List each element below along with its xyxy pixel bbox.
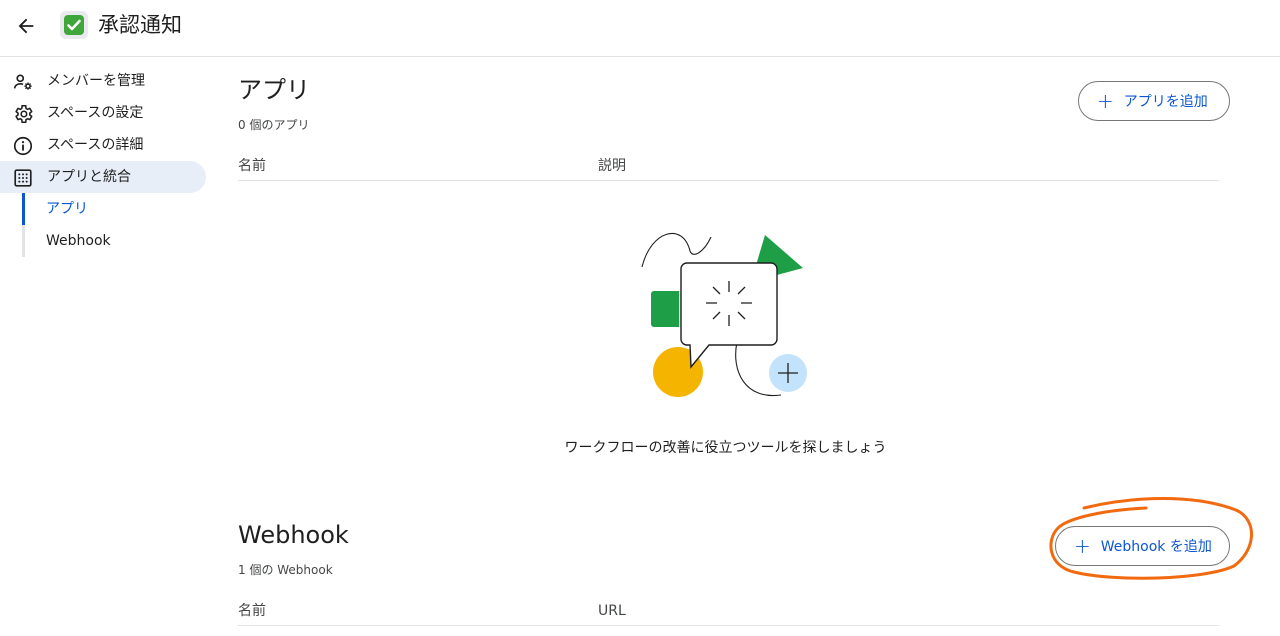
back-button[interactable] [10, 10, 42, 42]
add-app-button[interactable]: + アプリを追加 [1078, 81, 1230, 121]
add-webhook-button[interactable]: + Webhook を追加 [1055, 526, 1230, 566]
column-header-name: 名前 [238, 603, 266, 619]
space-title: 承認通知 [98, 13, 182, 37]
webhook-section-title: Webhook [238, 521, 349, 549]
add-app-label: アプリを追加 [1123, 94, 1208, 110]
empty-state-illustration [641, 233, 807, 397]
sidebar-item-label: アプリと統合 [47, 169, 131, 185]
plus-icon: + [1074, 534, 1091, 558]
plus-icon: + [1097, 89, 1114, 113]
sidebar: メンバーを管理 スペースの設定 スペースの詳細 アプリと統合 アプリ Webho… [0, 57, 220, 636]
sidebar-item-label: スペースの詳細 [47, 137, 144, 153]
space-emoji-icon [60, 11, 88, 39]
add-webhook-label: Webhook を追加 [1100, 539, 1212, 555]
empty-state-message: ワークフローの改善に役立つツールを探しましょう [564, 440, 887, 456]
sidebar-item-space-settings[interactable]: スペースの設定 [0, 97, 206, 129]
column-header-url: URL [598, 603, 626, 619]
sidebar-item-label: メンバーを管理 [47, 73, 145, 89]
arrow-left-icon [18, 18, 34, 34]
check-mark-icon [64, 15, 84, 35]
apps-grid-icon [12, 167, 34, 189]
main-content: アプリ 0 個のアプリ + アプリを追加 名前 説明 ワークフローの改善に役立つ… [238, 57, 1230, 636]
table-header-divider [238, 180, 1219, 181]
webhook-count: 1 個の Webhook [238, 563, 333, 577]
subnav-track [22, 225, 25, 257]
sidebar-item-space-details[interactable]: スペースの詳細 [0, 129, 206, 161]
subnav-item-webhook[interactable]: Webhook [46, 232, 111, 250]
sidebar-item-label: スペースの設定 [47, 105, 144, 121]
sidebar-item-manage-members[interactable]: メンバーを管理 [0, 65, 206, 97]
subnav-selected-indicator [22, 193, 25, 225]
sidebar-item-apps-integrations[interactable]: アプリと統合 [0, 161, 206, 193]
column-header-name: 名前 [238, 158, 266, 174]
info-icon [12, 135, 34, 157]
apps-section-title: アプリ [238, 76, 310, 104]
manage-members-icon [12, 71, 34, 93]
top-bar: 承認通知 [0, 0, 1280, 57]
subnav-item-apps[interactable]: アプリ [46, 200, 88, 218]
apps-count: 0 個のアプリ [238, 118, 310, 132]
table-header-divider [238, 625, 1219, 626]
column-header-description: 説明 [598, 158, 626, 174]
gear-icon [12, 103, 34, 125]
